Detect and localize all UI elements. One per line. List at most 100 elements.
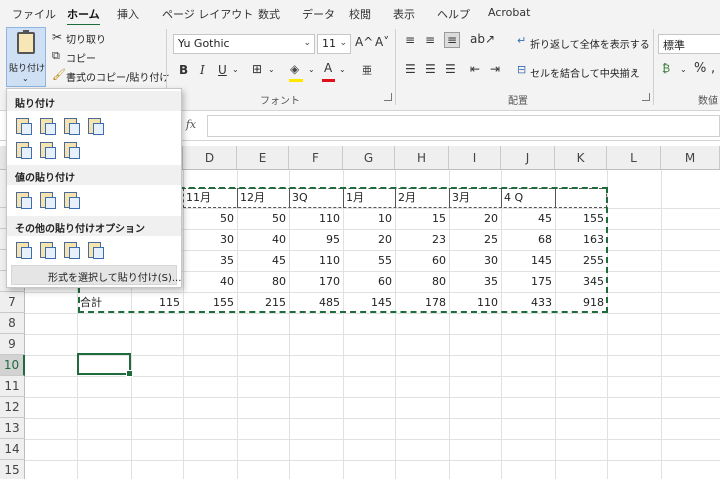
cell-h-total[interactable]: 178 xyxy=(395,292,449,313)
phonetic-button[interactable]: 亜 xyxy=(362,62,372,77)
tab-review[interactable]: 校閲 xyxy=(349,6,371,22)
cell-h5[interactable]: 23 xyxy=(395,229,449,250)
paste-values-source-format-icon[interactable] xyxy=(61,190,81,210)
paste-transpose-icon[interactable] xyxy=(61,140,81,160)
paste-keep-source-format-icon[interactable] xyxy=(85,116,105,136)
format-painter-button[interactable]: 書式のコピー/貼り付け xyxy=(66,69,169,84)
cell-d3[interactable]: 11月 xyxy=(183,187,237,208)
cell-i3[interactable]: 3月 xyxy=(449,187,501,208)
align-left-icon[interactable]: ☰ xyxy=(405,62,416,76)
bold-button[interactable]: B xyxy=(179,63,188,77)
paste-icon[interactable] xyxy=(13,116,33,136)
cell-f5[interactable]: 95 xyxy=(289,229,343,250)
font-name-combo[interactable]: Yu Gothic ⌄ xyxy=(173,34,315,54)
chevron-down-icon[interactable]: ⌄ xyxy=(268,65,275,74)
chevron-down-icon[interactable]: ⌄ xyxy=(339,65,346,74)
chevron-down-icon[interactable]: ⌄ xyxy=(680,65,687,74)
italic-button[interactable]: I xyxy=(200,63,205,77)
orientation-icon[interactable]: ab↗ xyxy=(470,32,495,46)
align-bottom-icon[interactable]: ≡ xyxy=(444,32,461,48)
paste-special-menu-item[interactable]: 形式を選択して貼り付け(S)... xyxy=(11,265,181,285)
cell-k5[interactable]: 163 xyxy=(555,229,607,250)
cell-d6[interactable]: 35 xyxy=(183,250,237,271)
cell-h6[interactable]: 60 xyxy=(395,250,449,271)
cell-k6[interactable]: 255 xyxy=(555,250,607,271)
cell-e3[interactable]: 12月 xyxy=(237,187,289,208)
percent-button[interactable]: % xyxy=(694,61,706,76)
cell-k7[interactable]: 345 xyxy=(555,271,607,292)
cell-g-total[interactable]: 145 xyxy=(343,292,395,313)
tab-insert[interactable]: 挿入 xyxy=(117,6,139,22)
paste-keep-column-widths-icon[interactable] xyxy=(37,140,57,160)
cell-g6[interactable]: 55 xyxy=(343,250,395,271)
increase-indent-icon[interactable]: ⇥ xyxy=(490,62,500,76)
paste-formulas-icon[interactable] xyxy=(37,116,57,136)
tab-help[interactable]: ヘルプ xyxy=(437,6,470,22)
underline-button[interactable]: U xyxy=(218,63,227,77)
cell-j7[interactable]: 175 xyxy=(501,271,555,292)
merge-center-icon[interactable]: ⊟ xyxy=(517,63,526,76)
paste-values-icon[interactable] xyxy=(13,190,33,210)
cell-c-total[interactable]: 115 xyxy=(131,292,183,313)
increase-font-button[interactable]: A^ xyxy=(355,35,373,49)
cell-d-total[interactable]: 155 xyxy=(183,292,237,313)
number-format-combo[interactable]: 標準 xyxy=(658,34,720,54)
copy-button[interactable]: コピー xyxy=(66,50,96,65)
decrease-font-button[interactable]: A˅ xyxy=(375,35,389,49)
cell-h4[interactable]: 15 xyxy=(395,208,449,229)
cell-g7[interactable]: 60 xyxy=(343,271,395,292)
decrease-indent-icon[interactable]: ⇤ xyxy=(470,62,480,76)
fill-color-icon[interactable]: ◈ xyxy=(290,62,299,76)
paste-picture-icon[interactable] xyxy=(61,240,81,260)
cell-i7[interactable]: 35 xyxy=(449,271,501,292)
cell-d4[interactable]: 50 xyxy=(183,208,237,229)
align-top-icon[interactable]: ≡ xyxy=(405,33,415,47)
cell-i5[interactable]: 25 xyxy=(449,229,501,250)
scissors-icon[interactable]: ✂ xyxy=(52,30,62,44)
comma-style-button[interactable]: , xyxy=(711,61,715,76)
cell-d7[interactable]: 40 xyxy=(183,271,237,292)
fx-icon[interactable]: fx xyxy=(179,114,203,136)
chevron-down-icon[interactable]: ⌄ xyxy=(308,65,315,74)
cell-j5[interactable]: 68 xyxy=(501,229,555,250)
cell-j6[interactable]: 145 xyxy=(501,250,555,271)
paste-formulas-number-format-icon[interactable] xyxy=(61,116,81,136)
currency-icon[interactable]: ₿ xyxy=(662,62,670,75)
paste-values-number-format-icon[interactable] xyxy=(37,190,57,210)
align-right-icon[interactable]: ☰ xyxy=(445,62,456,76)
wrap-text-button[interactable]: 折り返して全体を表示する xyxy=(530,36,650,51)
chevron-down-icon[interactable]: ⌄ xyxy=(632,65,639,74)
cell-h7[interactable]: 80 xyxy=(395,271,449,292)
cut-button[interactable]: 切り取り xyxy=(66,31,106,46)
cell-e4[interactable]: 50 xyxy=(237,208,289,229)
paste-no-borders-icon[interactable] xyxy=(13,140,33,160)
cell-j-total[interactable]: 433 xyxy=(501,292,555,313)
font-launcher-icon[interactable] xyxy=(384,93,392,101)
cell-f4[interactable]: 110 xyxy=(289,208,343,229)
cell-i6[interactable]: 30 xyxy=(449,250,501,271)
cell-i-total[interactable]: 110 xyxy=(449,292,501,313)
copy-icon[interactable]: ⧉ xyxy=(52,49,60,63)
cell-e5[interactable]: 40 xyxy=(237,229,289,250)
tab-acrobat[interactable]: Acrobat xyxy=(488,6,530,19)
chevron-down-icon[interactable]: ⌄ xyxy=(232,65,239,74)
wrap-text-icon[interactable]: ↵ xyxy=(517,34,526,47)
cell-i4[interactable]: 20 xyxy=(449,208,501,229)
cell-e-total[interactable]: 215 xyxy=(237,292,289,313)
cell-b-total-label[interactable]: 合計 xyxy=(77,292,131,313)
cell-g5[interactable]: 20 xyxy=(343,229,395,250)
paste-link-icon[interactable] xyxy=(37,240,57,260)
alignment-launcher-icon[interactable] xyxy=(642,93,650,101)
tab-view[interactable]: 表示 xyxy=(393,6,415,22)
cell-g4[interactable]: 10 xyxy=(343,208,395,229)
cell-g3[interactable]: 1月 xyxy=(343,187,395,208)
cell-h3[interactable]: 2月 xyxy=(395,187,449,208)
format-painter-icon[interactable]: 🖌 xyxy=(52,68,66,81)
cell-d5[interactable]: 30 xyxy=(183,229,237,250)
cell-k3[interactable] xyxy=(555,187,607,208)
tab-file[interactable]: ファイル xyxy=(12,6,56,22)
align-center-icon[interactable]: ☰ xyxy=(425,62,436,76)
cell-e6[interactable]: 45 xyxy=(237,250,289,271)
tab-home[interactable]: ホーム xyxy=(67,6,100,27)
cell-k-total[interactable]: 918 xyxy=(555,292,607,313)
